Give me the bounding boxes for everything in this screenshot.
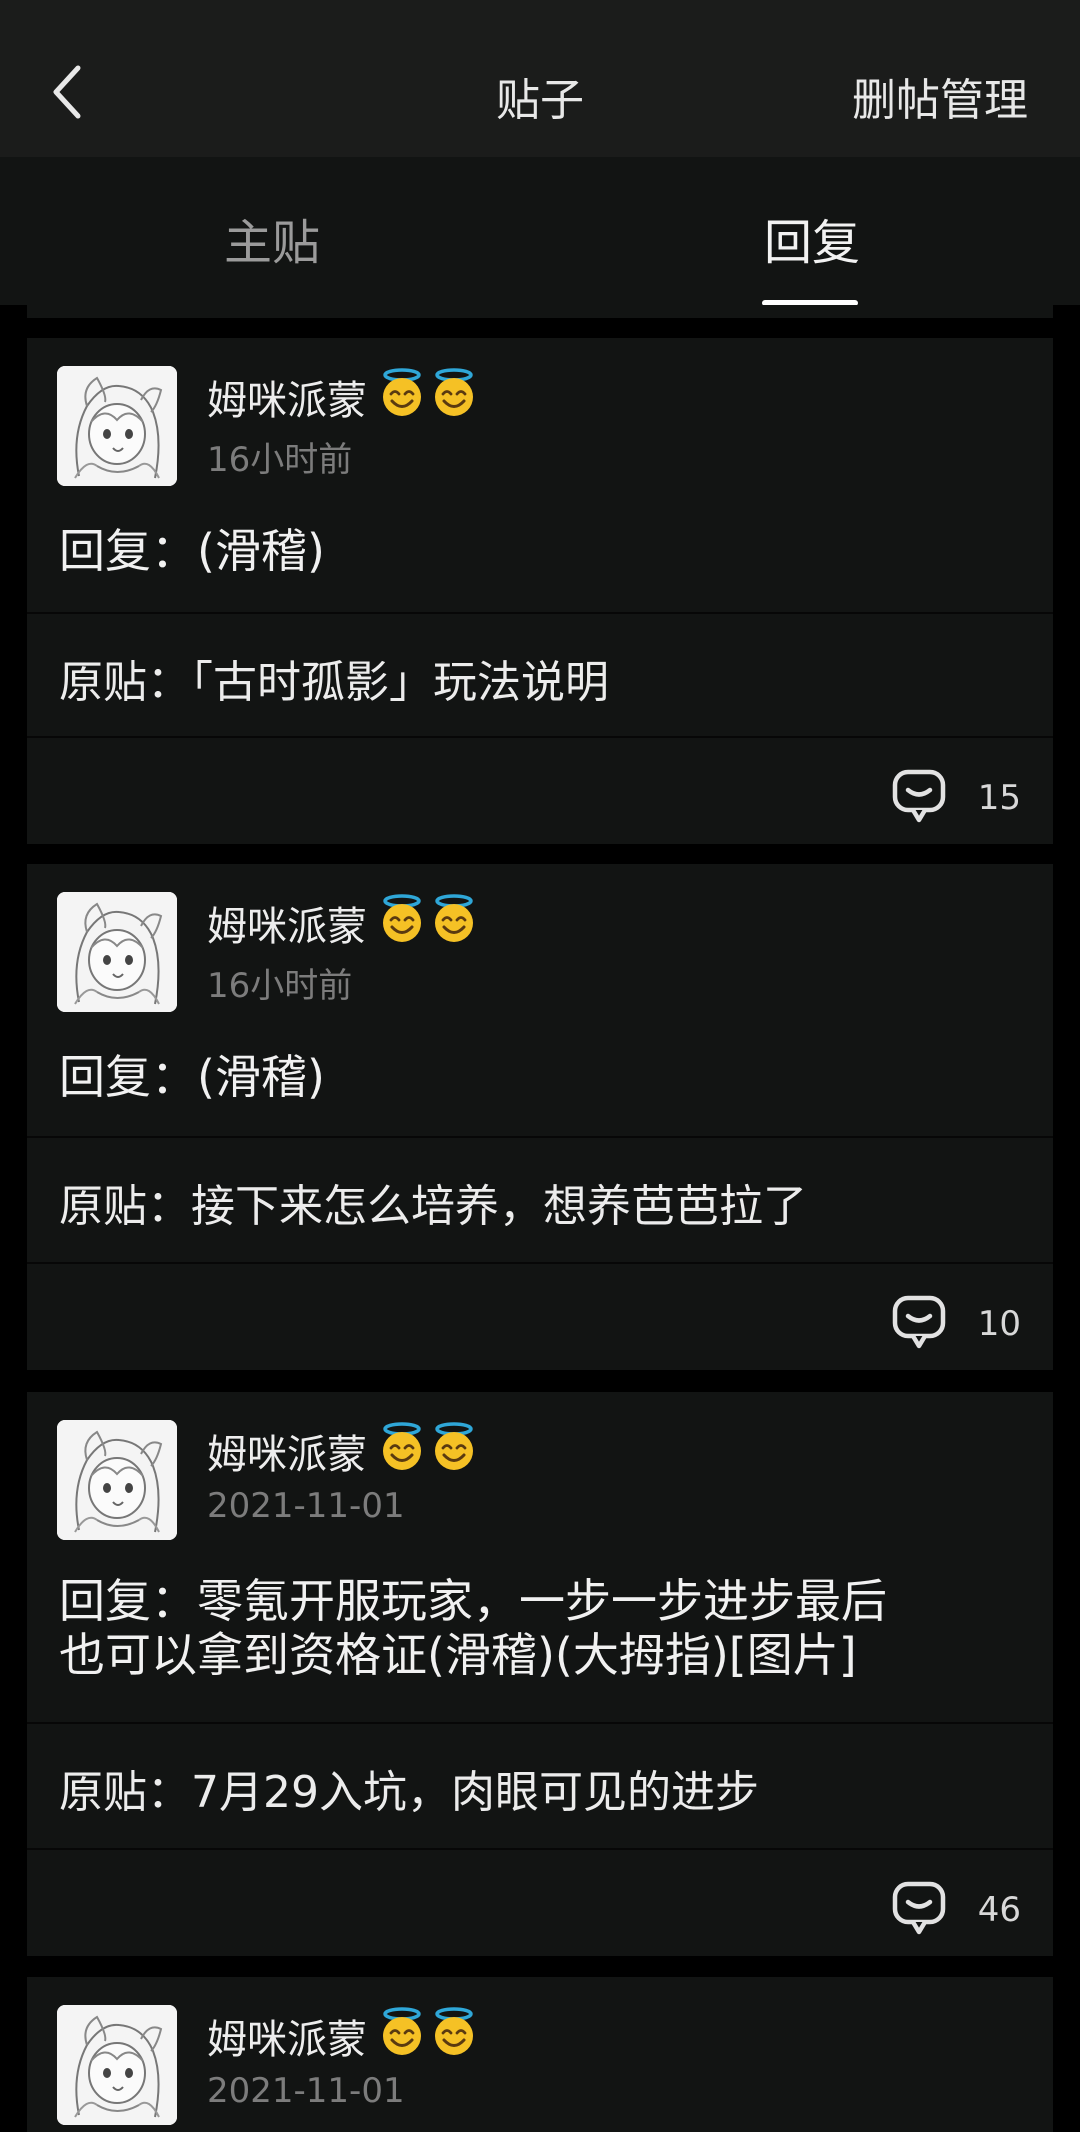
avatar-image [57, 2005, 177, 2125]
divider [27, 1848, 1053, 1850]
comment-count: 10 [977, 1304, 1021, 1344]
previous-card-edge [27, 305, 1053, 318]
comment-count-button[interactable]: 10 [881, 1294, 1021, 1350]
comment-count: 15 [977, 778, 1021, 818]
divider [27, 1136, 1053, 1138]
smiling-face-with-halo-icon [429, 1422, 479, 1472]
reply-card[interactable]: 姆咪派蒙 2021-11-01 [27, 1977, 1053, 2132]
smiling-face-with-halo-icon [377, 1422, 427, 1472]
smiling-face-with-halo-icon [377, 2007, 427, 2057]
top-bar: 贴子 删帖管理 [0, 0, 1080, 157]
original-post-link[interactable]: 原贴：7月29入坑，肉眼可见的进步 [59, 1756, 759, 1820]
divider [27, 612, 1053, 614]
smiling-face-with-halo-icon [377, 368, 427, 418]
smiling-face-with-halo-icon [429, 368, 479, 418]
reply-card[interactable]: 姆咪派蒙 2021-11-01 回复：零氪开服玩家，一步一步进步最后 也可以拿到… [27, 1392, 1053, 1956]
username[interactable]: 姆咪派蒙 [207, 2007, 367, 2065]
smiling-face-with-halo-icon [429, 2007, 479, 2057]
reply-content[interactable]: 回复：(滑稽) [59, 1048, 1029, 1106]
avatar-image [57, 366, 177, 486]
tab-main-posts[interactable]: 主贴 [224, 203, 320, 273]
delete-post-manage-button[interactable]: 删帖管理 [852, 64, 1028, 128]
username[interactable]: 姆咪派蒙 [207, 1422, 367, 1480]
comment-bubble-icon [891, 1880, 947, 1936]
smiling-face-with-halo-icon [377, 894, 427, 944]
divider [27, 736, 1053, 738]
reply-card[interactable]: 姆咪派蒙 16小时前 回复：(滑稽) 原贴：接下来怎么培养，想养芭芭拉了 10 [27, 864, 1053, 1370]
post-time: 16小时前 [207, 440, 353, 480]
avatar[interactable] [57, 366, 177, 486]
post-time: 16小时前 [207, 966, 353, 1006]
reply-content[interactable]: 回复：(滑稽) [59, 522, 1029, 580]
reply-content-line-1[interactable]: 回复：零氪开服玩家，一步一步进步最后 [59, 1572, 1029, 1630]
avatar-image [57, 892, 177, 1012]
divider [27, 1722, 1053, 1724]
smiling-face-with-halo-icon [429, 894, 479, 944]
post-time: 2021-11-01 [207, 1486, 405, 1526]
original-post-link[interactable]: 原贴：「古时孤影」玩法说明 [59, 646, 609, 710]
comment-bubble-icon [891, 768, 947, 824]
tab-bar: 主贴 回复 [0, 157, 1080, 306]
original-post-link[interactable]: 原贴：接下来怎么培养，想养芭芭拉了 [59, 1170, 807, 1234]
tab-replies[interactable]: 回复 [764, 203, 860, 273]
reply-card[interactable]: 姆咪派蒙 16小时前 回复：(滑稽) 原贴：「古时孤影」玩法说明 15 [27, 338, 1053, 844]
avatar[interactable] [57, 892, 177, 1012]
comment-count-button[interactable]: 15 [881, 768, 1021, 824]
comment-count-button[interactable]: 46 [881, 1880, 1021, 1936]
avatar[interactable] [57, 1420, 177, 1540]
username[interactable]: 姆咪派蒙 [207, 894, 367, 952]
reply-content-line-2[interactable]: 也可以拿到资格证(滑稽)(大拇指)[图片] [59, 1626, 1029, 1684]
avatar-image [57, 1420, 177, 1540]
username[interactable]: 姆咪派蒙 [207, 368, 367, 426]
avatar[interactable] [57, 2005, 177, 2125]
divider [27, 1262, 1053, 1264]
post-time: 2021-11-01 [207, 2071, 405, 2111]
comment-count: 46 [977, 1890, 1021, 1930]
comment-bubble-icon [891, 1294, 947, 1350]
